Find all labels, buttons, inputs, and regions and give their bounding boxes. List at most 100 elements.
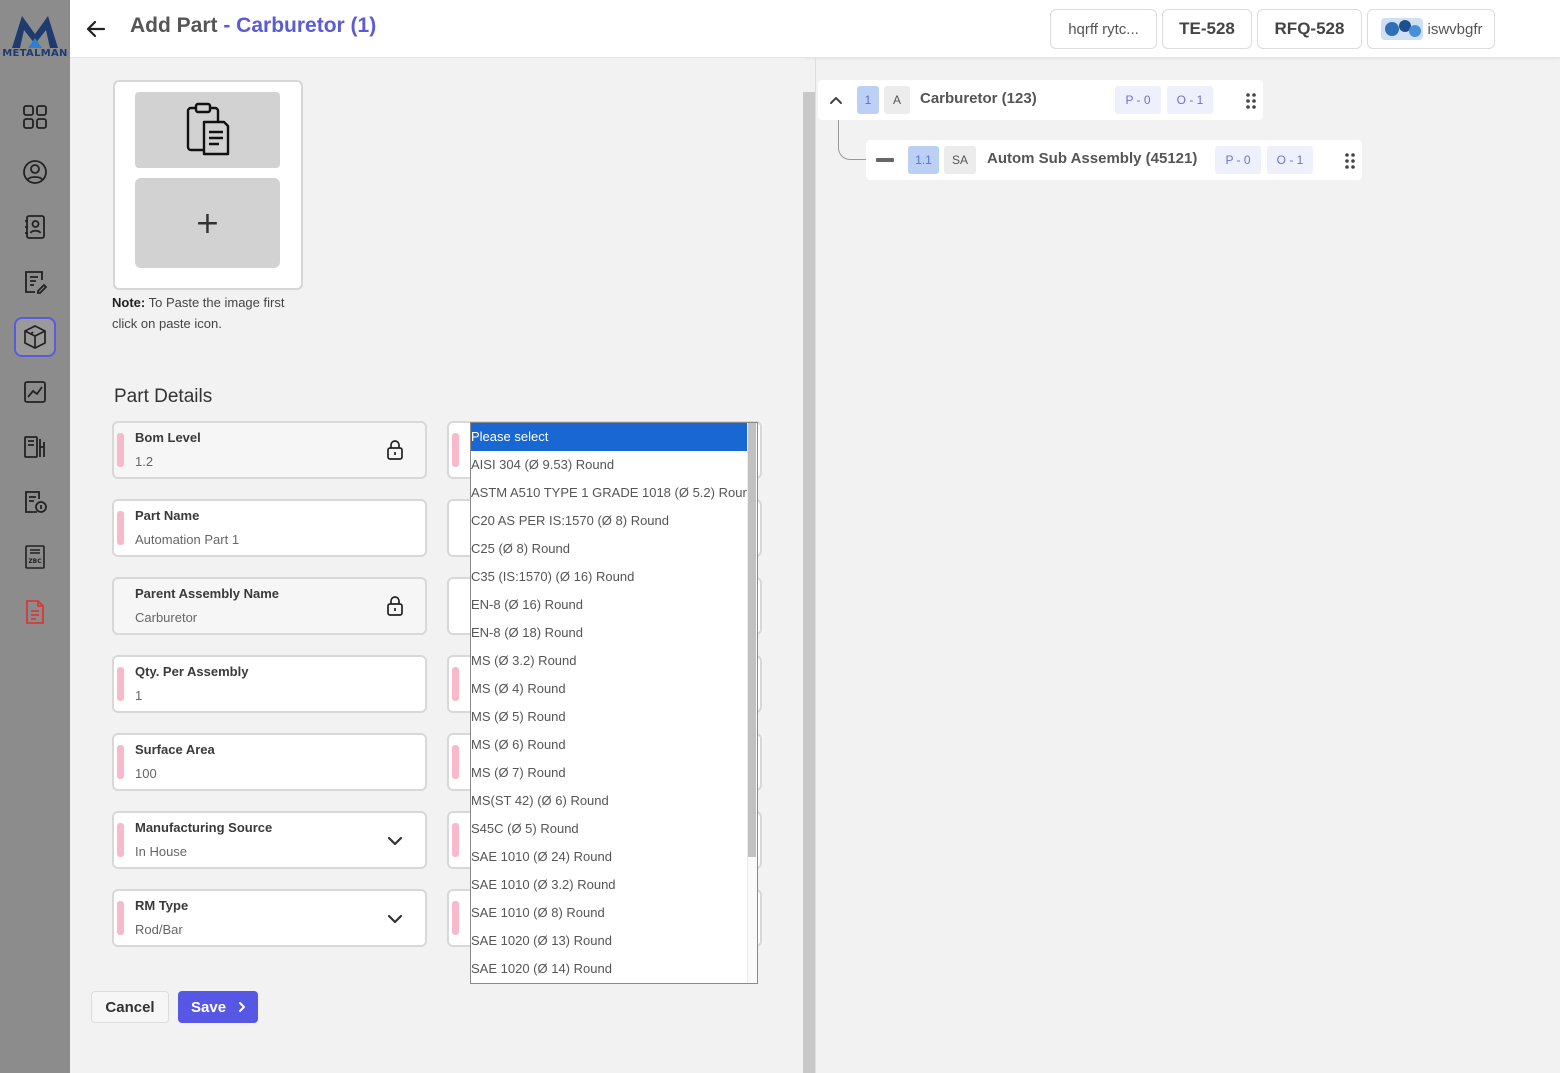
dropdown-option[interactable]: MS (Ø 6) Round <box>471 731 748 759</box>
sidebar-item-dashboard[interactable] <box>14 97 56 137</box>
surface-area-field[interactable]: Surface Area 100 <box>112 733 427 791</box>
cancel-button[interactable]: Cancel <box>91 991 169 1023</box>
dropdown-option[interactable]: MS (Ø 7) Round <box>471 759 748 787</box>
dropdown-option[interactable]: EN-8 (Ø 16) Round <box>471 591 748 619</box>
svg-text:ZBC: ZBC <box>28 558 42 565</box>
dropdown-option[interactable]: SAE 1010 (Ø 3.2) Round <box>471 871 748 899</box>
dropdown-option[interactable]: S45C (Ø 5) Round <box>471 815 748 843</box>
paste-clipboard-icon <box>186 102 229 156</box>
sidebar-item-zbc[interactable]: ZBC <box>14 537 56 577</box>
rm-type-select[interactable]: RM Type Rod/Bar <box>112 889 427 947</box>
page-title-text: Add Part <box>130 14 218 37</box>
costing-icon <box>25 491 47 513</box>
sidebar-item-analytics[interactable] <box>14 372 56 412</box>
drag-handle-icon[interactable] <box>1344 152 1356 170</box>
save-button-label: Save <box>191 998 227 1016</box>
te-number-chip[interactable]: TE-528 <box>1162 9 1252 49</box>
logo-mark-icon <box>12 16 58 48</box>
dropdown-option[interactable]: Please select <box>471 423 748 451</box>
tree-node-child[interactable]: 1.1 SA Autom Sub Assembly (45121) P - 0 … <box>866 140 1362 180</box>
dropdown-option[interactable]: AISI 304 (Ø 9.53) Round <box>471 451 748 479</box>
dropdown-option[interactable]: EN-8 (Ø 18) Round <box>471 619 748 647</box>
back-arrow-icon[interactable] <box>84 17 108 41</box>
required-marker <box>452 901 459 935</box>
machine-tools-icon <box>24 436 45 458</box>
field-value: 100 <box>135 766 157 781</box>
save-button[interactable]: Save <box>178 991 258 1023</box>
dropdown-option[interactable]: ASTM A510 TYPE 1 GRADE 1018 (Ø 5.2) Roun… <box>471 479 757 507</box>
dropdown-options: Please select AISI 304 (Ø 9.53) Round ASTM… <box>471 423 757 983</box>
report-document-icon <box>26 600 44 624</box>
top-header: Add Part - Carburetor (1) hqrff rytc... … <box>70 0 1560 58</box>
dropdown-option[interactable]: MS (Ø 4) Round <box>471 675 748 703</box>
tree-node-name: Autom Sub Assembly (45121) <box>987 150 1198 167</box>
add-image-button[interactable]: + <box>135 178 280 268</box>
sidebar: METALMAN ZBC <box>0 0 70 1073</box>
dropdown-option[interactable]: SAE 1020 (Ø 14) Round <box>471 955 748 983</box>
chevron-down-icon <box>387 914 403 924</box>
required-marker <box>117 667 124 701</box>
metalman-logo[interactable]: METALMAN <box>0 12 70 64</box>
user-menu[interactable]: iswvbgfr <box>1367 9 1495 49</box>
chevron-up-icon[interactable] <box>828 92 844 108</box>
field-value: Carburetor <box>135 610 198 625</box>
dropdown-option[interactable]: MS (Ø 5) Round <box>471 703 748 731</box>
field-label: RM Type <box>135 898 189 913</box>
form-scrollbar[interactable] <box>803 92 815 1073</box>
sidebar-item-reports[interactable] <box>14 592 56 632</box>
parts-box-icon <box>24 325 46 349</box>
sidebar-item-parts[interactable] <box>14 317 56 357</box>
dropdown-option[interactable]: MS(ST 42) (Ø 6) Round <box>471 787 748 815</box>
company-chip[interactable]: hqrff rytc... <box>1050 9 1157 49</box>
dropdown-option[interactable]: C20 AS PER IS:1570 (Ø 8) Round <box>471 507 748 535</box>
dropdown-option[interactable]: C25 (Ø 8) Round <box>471 535 748 563</box>
field-label: Part Name <box>135 508 200 523</box>
dropdown-scrollbar-track[interactable] <box>747 423 757 983</box>
sidebar-item-costing[interactable] <box>14 482 56 522</box>
tree-connector-line <box>838 120 868 160</box>
user-avatar <box>1381 18 1424 40</box>
tree-node-o-badge: O - 1 <box>1267 146 1313 174</box>
sidebar-item-machines[interactable] <box>14 427 56 467</box>
chevron-down-icon <box>387 836 403 846</box>
paste-image-button[interactable] <box>135 92 280 168</box>
dropdown-option[interactable]: SAE 1010 (Ø 8) Round <box>471 899 748 927</box>
sidebar-item-user[interactable] <box>14 152 56 192</box>
user-name: iswvbgfr <box>1427 20 1483 38</box>
drag-handle-icon[interactable] <box>1245 92 1257 110</box>
required-marker <box>452 667 459 701</box>
dropdown-option[interactable]: MS (Ø 3.2) Round <box>471 647 748 675</box>
tree-node-p-badge: P - 0 <box>1115 86 1161 114</box>
lock-icon <box>387 440 403 460</box>
dashboard-grid-icon <box>23 105 47 129</box>
field-label: Qty. Per Assembly <box>135 664 249 679</box>
dropdown-scrollbar-thumb[interactable] <box>748 423 756 857</box>
part-name-field[interactable]: Part Name Automation Part 1 <box>112 499 427 557</box>
sidebar-item-documents[interactable] <box>14 262 56 302</box>
tree-node-root[interactable]: 1 A Carburetor (123) P - 0 O - 1 <box>818 80 1263 120</box>
chevron-right-icon <box>239 1002 245 1012</box>
tree-node-type: A <box>884 86 910 114</box>
manufacturing-source-select[interactable]: Manufacturing Source In House <box>112 811 427 869</box>
field-value: Automation Part 1 <box>135 532 240 547</box>
material-dropdown-list[interactable]: Please select AISI 304 (Ø 9.53) Round ASTM… <box>470 422 758 984</box>
field-label: Manufacturing Source <box>135 820 273 835</box>
collapse-minus-icon[interactable] <box>876 156 894 164</box>
bom-level-field[interactable]: Bom Level 1.2 <box>112 421 427 479</box>
required-marker <box>452 823 459 857</box>
required-marker <box>117 745 124 779</box>
dropdown-option[interactable]: SAE 1010 (Ø 24) Round <box>471 843 748 871</box>
dropdown-option[interactable]: C35 (IS:1570) (Ø 16) Round <box>471 563 748 591</box>
required-marker <box>117 823 124 857</box>
page-title-context: - Carburetor (1) <box>217 14 377 37</box>
rfq-number-chip[interactable]: RFQ-528 <box>1257 9 1362 49</box>
field-value: Rod/Bar <box>135 922 183 937</box>
qty-per-assembly-field[interactable]: Qty. Per Assembly 1 <box>112 655 427 713</box>
part-details-title: Part Details <box>114 386 213 407</box>
field-label: Bom Level <box>135 430 201 445</box>
tree-node-o-badge: O - 1 <box>1167 86 1213 114</box>
sidebar-item-contacts[interactable] <box>14 207 56 247</box>
dropdown-option[interactable]: SAE 1020 (Ø 13) Round <box>471 927 748 955</box>
tree-node-level: 1.1 <box>908 146 939 174</box>
parent-assembly-name-field[interactable]: Parent Assembly Name Carburetor <box>112 577 427 635</box>
